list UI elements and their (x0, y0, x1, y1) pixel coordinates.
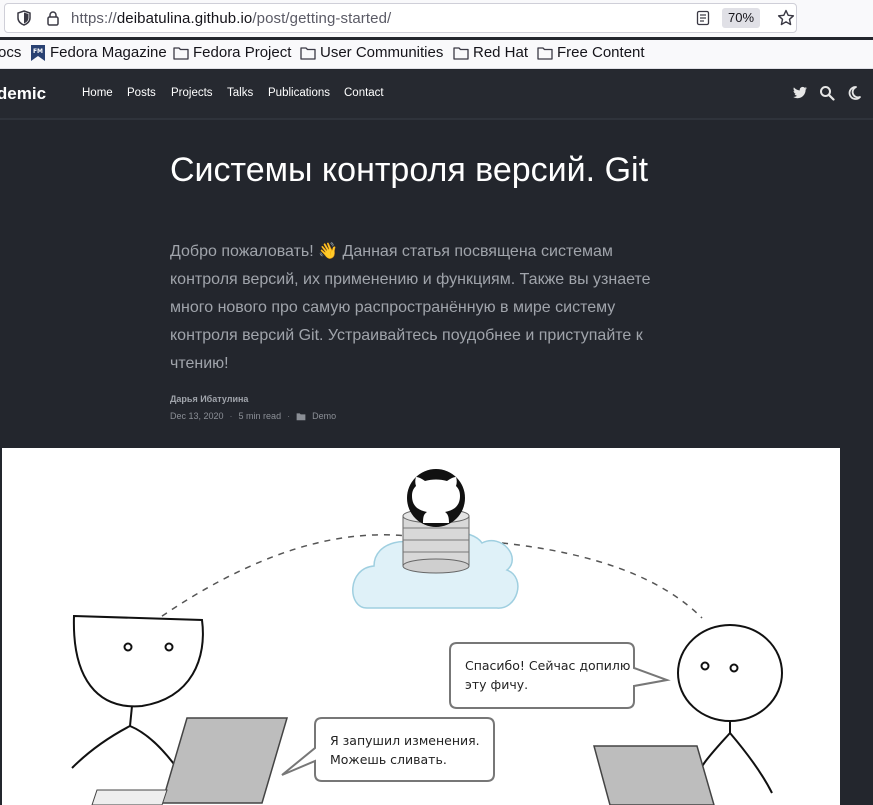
address-bar[interactable]: https://deibatulina.github.io/post/getti… (4, 3, 797, 33)
bookmark-label: Fedora Magazine (50, 44, 167, 61)
zoom-level-button[interactable]: 70% (722, 8, 761, 28)
nav-talks[interactable]: Talks (227, 87, 253, 99)
url-path: /post/getting-started/ (252, 10, 392, 27)
article-title: Системы контроля версий. Git (170, 151, 649, 189)
nav-contact[interactable]: Contact (344, 87, 384, 99)
article-author[interactable]: Дарья Ибатулина (170, 394, 248, 404)
bookmark-docs[interactable]: ocs (0, 44, 21, 61)
dark-mode-moon-icon[interactable] (846, 85, 862, 101)
left-keyboard (91, 789, 168, 805)
bookmark-label: ocs (0, 44, 22, 61)
bookmark-label: Red Hat (473, 44, 529, 61)
tracking-shield-icon[interactable] (16, 10, 32, 26)
reader-view-icon[interactable] (695, 10, 711, 26)
meta-separator: · (287, 411, 291, 421)
featured-image: Спасибо! Сейчас допилю эту фичу. Я запуш… (2, 448, 840, 805)
speech-bubble-left: Я запушил изменения. Можешь сливать. (281, 717, 495, 782)
article-metadata: Dec 13, 2020 · 5 min read · Demo (170, 411, 336, 421)
speech-bubble-right: Спасибо! Сейчас допилю эту фичу. (449, 642, 671, 709)
article-date: Dec 13, 2020 (170, 411, 224, 421)
article-category[interactable]: Demo (312, 411, 336, 421)
bubble-right-line-1: Спасибо! Сейчас допилю (465, 658, 630, 673)
folder-icon (173, 46, 189, 60)
site-brand[interactable]: cademic (0, 84, 46, 104)
bubble-left-line-1: Я запушил изменения. (330, 733, 480, 748)
search-icon[interactable] (819, 85, 835, 101)
url-host: deibatulina.github.io (116, 10, 253, 27)
folder-icon (537, 46, 553, 60)
bookmark-fedora-project[interactable]: Fedora Project (173, 44, 291, 61)
bookmark-label: Fedora Project (193, 44, 292, 61)
url-text[interactable]: https://deibatulina.github.io/post/getti… (71, 10, 391, 27)
article-reading-time: 5 min read (238, 411, 282, 421)
meta-separator: · (229, 411, 233, 421)
site-navbar: cademic Home Posts Projects Talks Public… (0, 70, 873, 120)
fedora-magazine-icon: FM (31, 44, 45, 61)
git-collaboration-illustration: Спасибо! Сейчас допилю эту фичу. Я запуш… (71, 469, 783, 805)
folder-icon (296, 412, 306, 420)
bookmark-red-hat[interactable]: Red Hat (453, 44, 528, 61)
bubble-left-line-2: Можешь сливать. (330, 752, 447, 767)
browser-toolbar: https://deibatulina.github.io/post/getti… (0, 0, 873, 37)
github-logo-icon (407, 469, 465, 527)
bookmark-user-communities[interactable]: User Communities (300, 44, 443, 61)
folder-icon (453, 46, 469, 60)
twitter-icon[interactable] (792, 85, 808, 101)
right-laptop-icon (593, 745, 715, 805)
bookmark-label: Free Content (557, 44, 645, 61)
folder-icon (300, 46, 316, 60)
bookmark-free-content[interactable]: Free Content (537, 44, 645, 61)
lock-icon[interactable] (45, 10, 61, 26)
url-prefix: https:// (71, 10, 117, 27)
nav-posts[interactable]: Posts (127, 87, 156, 99)
bookmark-fedora-magazine[interactable]: FM Fedora Magazine (30, 44, 167, 61)
nav-publications[interactable]: Publications (268, 87, 330, 99)
bookmark-star-icon[interactable] (777, 9, 795, 27)
left-laptop-icon (160, 717, 289, 804)
connection-arc-right (501, 542, 703, 619)
bookmarks-toolbar: ocs FM Fedora Magazine Fedora Project Us… (0, 40, 873, 69)
bookmark-label: User Communities (320, 44, 444, 61)
svg-text:FM: FM (33, 48, 43, 55)
nav-home[interactable]: Home (82, 87, 113, 99)
bubble-right-line-2: эту фичу. (465, 677, 528, 692)
nav-projects[interactable]: Projects (171, 87, 213, 99)
article-summary: Добро пожаловать! 👋 Данная статья посвящ… (170, 243, 651, 372)
